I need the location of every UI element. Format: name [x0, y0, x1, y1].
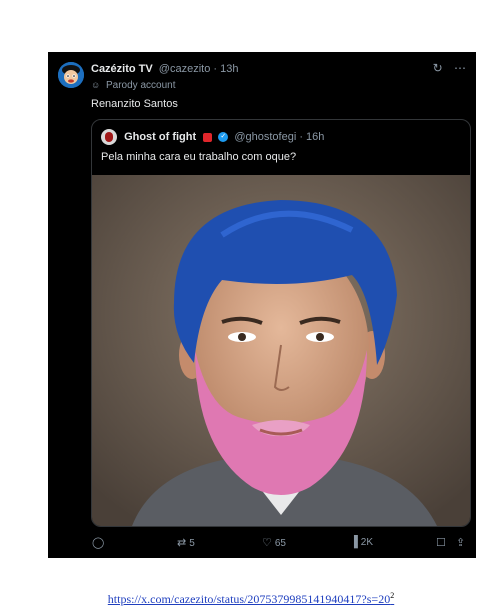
share-icon: ⇪ — [456, 537, 466, 549]
quote-author-handle-time[interactable]: @ghostofegi · 16h — [234, 131, 324, 143]
quote-text: Pela minha cara eu trabalho com oque? — [101, 151, 297, 163]
author-avatar[interactable] — [58, 62, 84, 88]
parody-label-text: Parody account — [105, 80, 176, 91]
source-url[interactable]: https://x.com/cazezito/status/2075379985… — [108, 592, 390, 606]
quoted-tweet[interactable]: Ghost of fight ✓ @ghostofegi · 16h Pela … — [91, 119, 471, 527]
like-count: 65 — [274, 538, 286, 549]
retweet-icon: ⇄ — [177, 537, 187, 549]
bookmark-button[interactable]: ☐ — [436, 536, 449, 549]
action-bar: ◯ ⇄ 5 ♡ 65 ▐ 2K ☐ ⇪ — [48, 536, 476, 552]
retweet-button[interactable]: ⇄ 5 — [177, 536, 195, 549]
quote-author-avatar[interactable] — [101, 129, 117, 145]
footnote-marker: 2 — [390, 591, 395, 600]
more-icon[interactable]: ⋯ — [454, 61, 466, 75]
cartoon-avatar-icon — [58, 62, 84, 88]
share-button[interactable]: ⇪ — [456, 536, 468, 549]
red-badge-icon — [203, 132, 213, 142]
portrait-photo[interactable] — [92, 175, 470, 526]
views-button[interactable]: ▐ 2K — [350, 536, 373, 548]
author-name[interactable]: Cazézito TV — [91, 63, 153, 75]
quote-header: Ghost of fight ✓ @ghostofegi · 16h — [101, 129, 324, 145]
tweet-card[interactable]: Cazézito TV @cazezito · 13h ↻ ⋯ ☺ Parody… — [48, 52, 476, 558]
heart-icon: ♡ — [262, 537, 272, 549]
author-handle-time[interactable]: @cazezito · 13h — [159, 63, 239, 75]
tweet-text: Renanzito Santos — [91, 98, 178, 110]
tweet-header: Cazézito TV @cazezito · 13h — [91, 63, 238, 75]
like-button[interactable]: ♡ 65 — [262, 536, 286, 549]
reply-button[interactable]: ◯ — [92, 536, 107, 549]
view-count: 2K — [360, 537, 374, 548]
quote-author-name[interactable]: Ghost of fight — [124, 131, 196, 143]
verified-icon: ✓ — [218, 132, 229, 142]
parody-label: ☺ Parody account — [91, 80, 175, 91]
bar-chart-icon: ▐ — [350, 536, 358, 548]
reply-icon: ◯ — [92, 537, 105, 549]
grok-icon[interactable]: ↻ — [433, 61, 443, 75]
mask-icon: ☺ — [91, 80, 101, 90]
tweet-header-icons: ↻ ⋯ — [425, 61, 466, 75]
retweet-count: 5 — [189, 538, 195, 549]
bookmark-icon: ☐ — [436, 537, 446, 549]
source-link[interactable]: https://x.com/cazezito/status/2075379985… — [0, 591, 502, 607]
